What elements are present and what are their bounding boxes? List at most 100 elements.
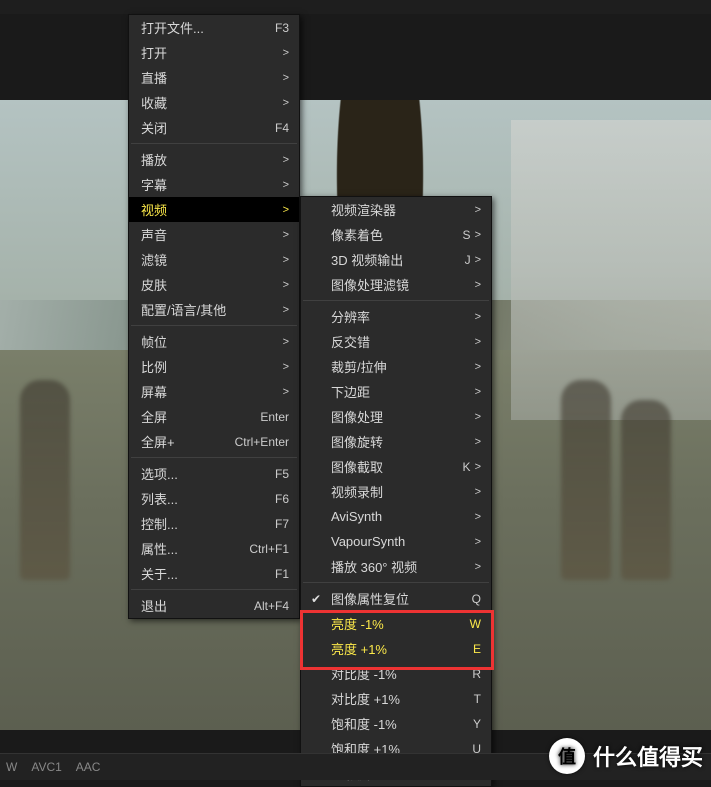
menu-item[interactable]: 亮度 +1%E [301,636,491,661]
menu-item-shortcut: F7 [275,517,289,531]
submenu-arrow-icon: > [475,436,481,448]
check-icon: ✔ [311,592,321,606]
menu-item[interactable]: 退出Alt+F4 [129,593,299,618]
menu-item-label: 控制... [141,514,275,533]
menu-item-label: VapourSynth [331,534,471,549]
menu-item[interactable]: 配置/语言/其他> [129,297,299,322]
menu-item[interactable]: 属性...Ctrl+F1 [129,536,299,561]
menu-item[interactable]: 分辨率 > [301,304,491,329]
menu-item-shortcut: R [472,667,481,681]
menu-item-label: 收藏 [141,93,279,112]
menu-item-label: 对比度 +1% [331,689,474,708]
menu-item[interactable]: 像素着色S> [301,222,491,247]
menu-item-label: 图像处理 [331,407,471,426]
menu-item[interactable]: 饱和度 -1%Y [301,711,491,736]
menu-item[interactable]: ✔图像属性复位Q [301,586,491,611]
menu-item-label: 视频渲染器 [331,200,471,219]
menu-item[interactable]: 屏幕> [129,379,299,404]
submenu-arrow-icon: > [475,561,481,573]
menu-item[interactable]: 滤镜> [129,247,299,272]
submenu-arrow-icon: > [283,204,289,216]
menu-item-shortcut: F1 [275,567,289,581]
menu-item-shortcut: E [473,642,481,656]
menu-item-shortcut: Ctrl+Enter [235,435,289,449]
menu-item[interactable]: 打开文件...F3 [129,15,299,40]
menu-item-label: 播放 360° 视频 [331,557,471,576]
menu-item[interactable]: VapourSynth> [301,529,491,554]
context-menu-video: 视频渲染器>像素着色S>3D 视频输出J>图像处理滤镜>分辨率>反交错>裁剪/拉… [300,196,492,787]
menu-item-shortcut: Y [473,717,481,731]
status-w: W [6,760,17,774]
video-bg-person [20,380,70,580]
menu-item-label: 分辨率 [331,307,471,326]
menu-item[interactable]: 关闭F4 [129,115,299,140]
menu-item[interactable]: 皮肤 > [129,272,299,297]
menu-item-label: 声音 [141,225,279,244]
menu-item[interactable]: 裁剪/拉伸> [301,354,491,379]
menu-item-label: 比例 [141,357,279,376]
submenu-arrow-icon: > [475,311,481,323]
menu-item-label: 帧位 [141,332,279,351]
menu-separator [303,582,489,583]
submenu-arrow-icon: > [283,97,289,109]
menu-item[interactable]: 收藏 > [129,90,299,115]
status-audio-codec: AAC [76,760,101,774]
menu-item[interactable]: 直播> [129,65,299,90]
menu-item[interactable]: 图像处理滤镜> [301,272,491,297]
menu-item[interactable]: 图像旋转> [301,429,491,454]
menu-item-label: 饱和度 -1% [331,714,473,733]
submenu-arrow-icon: > [283,154,289,166]
menu-item[interactable]: 关于...F1 [129,561,299,586]
watermark-icon: 值 [549,738,585,774]
menu-item[interactable]: 下边距> [301,379,491,404]
menu-item[interactable]: 播放 360° 视频 > [301,554,491,579]
menu-item[interactable]: 声音 > [129,222,299,247]
menu-item[interactable]: 反交错> [301,329,491,354]
menu-item[interactable]: 选项...F5 [129,461,299,486]
submenu-arrow-icon: > [283,72,289,84]
context-menu-main: 打开文件...F3打开>直播>收藏>关闭F4播放>字幕>视频>声音>滤镜>皮肤>… [128,14,300,619]
submenu-arrow-icon: > [283,254,289,266]
menu-item[interactable]: 3D 视频输出J> [301,247,491,272]
menu-item[interactable]: 视频渲染器> [301,197,491,222]
menu-item[interactable]: 视频录制> [301,479,491,504]
menu-item[interactable]: 亮度 -1%W [301,611,491,636]
menu-item[interactable]: 控制...F7 [129,511,299,536]
menu-item[interactable]: 全屏Enter [129,404,299,429]
menu-item[interactable]: 帧位> [129,329,299,354]
menu-item[interactable]: 比例> [129,354,299,379]
menu-item-label: 下边距 [331,382,471,401]
menu-item[interactable]: 对比度 +1%T [301,686,491,711]
menu-item-label: AviSynth [331,509,471,524]
menu-item[interactable]: 播放> [129,147,299,172]
submenu-arrow-icon: > [475,229,481,241]
menu-item[interactable]: 全屏+Ctrl+Enter [129,429,299,454]
menu-item-label: 配置/语言/其他 [141,300,279,319]
menu-item-label: 图像处理滤镜 [331,275,471,294]
menu-item-label: 视频 [141,200,279,219]
submenu-arrow-icon: > [283,47,289,59]
menu-item[interactable]: 图像处理> [301,404,491,429]
menu-item[interactable]: AviSynth > [301,504,491,529]
submenu-arrow-icon: > [475,511,481,523]
menu-item-label: 退出 [141,596,254,615]
menu-item-shortcut: T [474,692,481,706]
menu-item[interactable]: 图像截取K> [301,454,491,479]
menu-item-label: 图像属性复位 [331,589,472,608]
menu-item-label: 字幕 [141,175,279,194]
menu-item[interactable]: 列表...F6 [129,486,299,511]
menu-item[interactable]: 视频 > [129,197,299,222]
video-bg-ship [511,120,711,420]
status-video-codec: AVC1 [31,760,61,774]
submenu-arrow-icon: > [283,279,289,291]
menu-item-shortcut: F6 [275,492,289,506]
menu-item[interactable]: 字幕 > [129,172,299,197]
submenu-arrow-icon: > [283,179,289,191]
menu-item-label: 皮肤 [141,275,279,294]
menu-item-label: 视频录制 [331,482,471,501]
menu-item[interactable]: 打开> [129,40,299,65]
menu-item[interactable]: 对比度 -1%R [301,661,491,686]
submenu-arrow-icon: > [475,336,481,348]
submenu-arrow-icon: > [283,229,289,241]
menu-item-shortcut: K [463,460,471,474]
